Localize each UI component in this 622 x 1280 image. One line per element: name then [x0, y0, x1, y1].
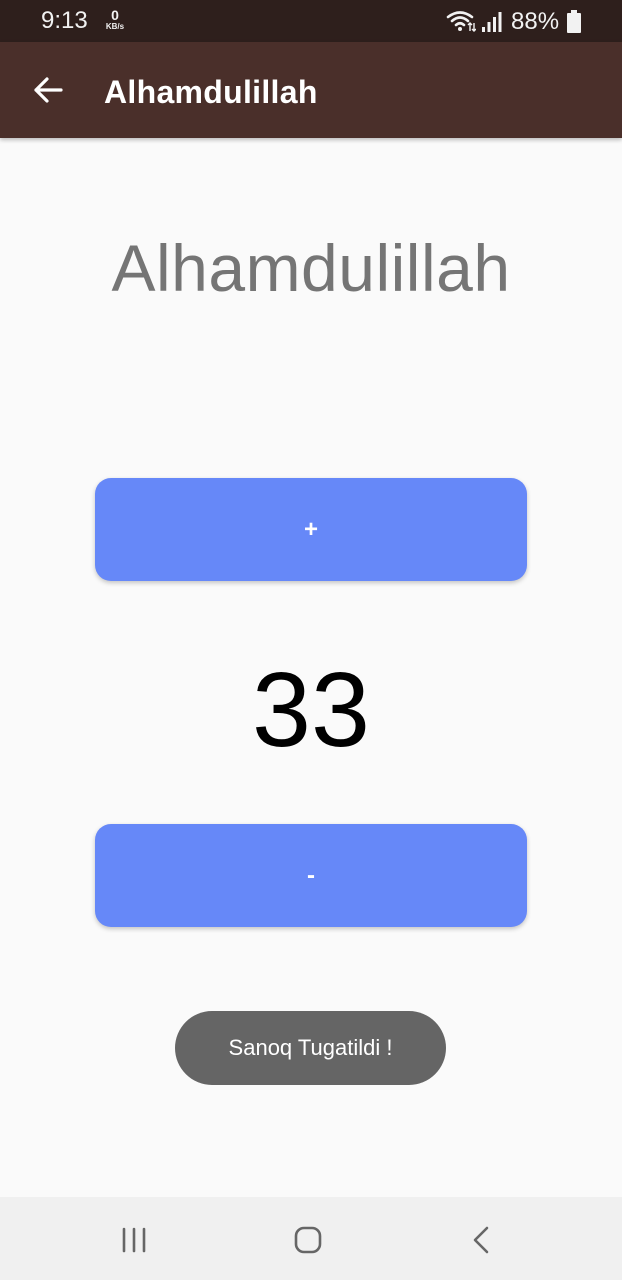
wifi-icon [446, 11, 476, 32]
app-bar: Alhamdulillah [0, 42, 622, 138]
system-back-button[interactable] [457, 1215, 507, 1265]
system-navigation-bar [0, 1197, 622, 1280]
network-speed: 0 KB/s [102, 8, 128, 32]
dhikr-title: Alhamdulillah [111, 231, 511, 305]
network-speed-unit: KB/s [105, 22, 125, 31]
increment-button[interactable]: + [95, 478, 527, 581]
toast-message: Sanoq Tugatildi ! [175, 1011, 446, 1085]
app-bar-title: Alhamdulillah [104, 74, 318, 110]
decrement-button-label: - [307, 861, 315, 889]
counter-value: 33 [252, 651, 370, 769]
status-bar: 9:13 0 KB/s 88% [0, 0, 622, 42]
network-speed-value: 0 [111, 7, 119, 23]
back-button[interactable] [20, 64, 76, 116]
battery-icon [567, 10, 581, 33]
recents-icon [122, 1227, 146, 1253]
decrement-button[interactable]: - [95, 824, 527, 927]
battery-percentage: 88% [511, 8, 560, 35]
home-icon [294, 1226, 322, 1254]
back-icon [473, 1226, 489, 1254]
signal-icon [482, 12, 502, 32]
home-button[interactable] [283, 1215, 333, 1265]
increment-button-label: + [303, 515, 318, 543]
status-time: 9:13 [41, 7, 88, 34]
recents-button[interactable] [109, 1215, 159, 1265]
arrow-left-icon [34, 77, 63, 103]
toast-text: Sanoq Tugatildi ! [228, 1035, 393, 1060]
